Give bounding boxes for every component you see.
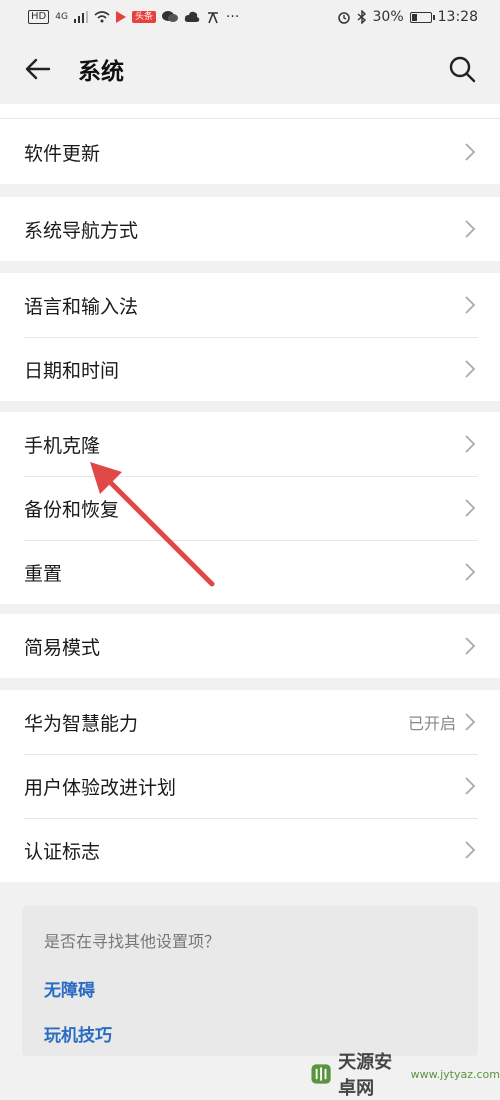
row-label: 备份和恢复 xyxy=(24,498,120,521)
settings-group-simple: 简易模式 xyxy=(0,614,500,678)
bluetooth-icon xyxy=(357,10,366,24)
clock: 13:28 xyxy=(437,9,478,25)
wechat-icon xyxy=(161,11,178,22)
row-simple-mode[interactable]: 简易模式 xyxy=(0,614,500,678)
row-label: 用户体验改进计划 xyxy=(24,776,177,799)
play-icon xyxy=(115,11,126,23)
row-label: 重置 xyxy=(24,562,63,585)
chevron-right-icon xyxy=(465,499,476,517)
settings-group-huawei: 华为智慧能力 已开启 用户体验改进计划 认证标志 xyxy=(0,690,500,882)
more-notifications: ··· xyxy=(225,9,240,25)
row-label: 软件更新 xyxy=(24,142,101,165)
chevron-right-icon xyxy=(465,360,476,378)
chevron-right-icon xyxy=(465,563,476,581)
link-tips[interactable]: 玩机技巧 xyxy=(44,1021,456,1046)
search-icon[interactable] xyxy=(448,55,476,83)
chevron-right-icon xyxy=(465,841,476,859)
row-backup-restore[interactable]: 备份和恢复 xyxy=(0,476,500,540)
cloud-icon xyxy=(184,11,200,22)
row-label: 认证标志 xyxy=(24,840,101,863)
row-software-update[interactable]: 软件更新 xyxy=(0,120,500,184)
settings-group-navigation: 系统导航方式 xyxy=(0,197,500,261)
row-reset[interactable]: 重置 xyxy=(0,540,500,604)
translate-icon xyxy=(207,12,218,24)
suggestions-question: 是否在寻找其他设置项？ xyxy=(44,932,221,951)
row-label: 日期和时间 xyxy=(24,359,120,382)
settings-group-update: 软件更新 xyxy=(0,120,500,184)
row-label: 手机克隆 xyxy=(24,434,101,457)
row-label: 华为智慧能力 xyxy=(24,712,139,735)
chevron-right-icon xyxy=(465,637,476,655)
battery-level xyxy=(411,13,417,21)
row-date-time[interactable]: 日期和时间 xyxy=(0,337,500,401)
watermark-logo-icon xyxy=(311,1064,331,1084)
alarm-icon xyxy=(337,12,350,24)
news-app-badge: 头条 xyxy=(131,11,156,23)
watermark-name: 天源安卓网 xyxy=(338,1052,393,1099)
chevron-right-icon xyxy=(465,777,476,795)
watermark: 天源安卓网 www.jytyaz.com xyxy=(310,1048,500,1100)
status-right: 30% 13:28 xyxy=(337,9,478,25)
wifi-icon xyxy=(94,11,110,23)
row-language-input[interactable]: 语言和输入法 xyxy=(0,273,500,337)
battery-icon xyxy=(409,11,435,23)
back-arrow-icon[interactable] xyxy=(24,55,52,83)
chevron-right-icon xyxy=(465,713,476,731)
row-system-navigation[interactable]: 系统导航方式 xyxy=(0,197,500,261)
row-huawei-ai[interactable]: 华为智慧能力 已开启 xyxy=(0,690,500,754)
status-bar: HD 4G 头条 ··· 30% 13:28 xyxy=(0,0,500,34)
settings-group-language: 语言和输入法 日期和时间 xyxy=(0,273,500,401)
hd-badge: HD xyxy=(28,10,50,24)
row-label: 语言和输入法 xyxy=(24,295,139,318)
suggestions-card: 是否在寻找其他设置项？ 无障碍 玩机技巧 xyxy=(22,906,478,1056)
row-label: 简易模式 xyxy=(24,636,101,659)
chevron-right-icon xyxy=(465,435,476,453)
watermark-url: www.jytyaz.com xyxy=(410,1067,500,1081)
page-title: 系统 xyxy=(78,59,124,85)
row-user-experience[interactable]: 用户体验改进计划 xyxy=(0,754,500,818)
battery-percent: 30% xyxy=(372,9,404,25)
chevron-right-icon xyxy=(465,296,476,314)
chevron-right-icon xyxy=(465,143,476,161)
status-left: HD 4G 头条 ··· xyxy=(28,9,239,25)
link-accessibility[interactable]: 无障碍 xyxy=(44,976,456,1001)
row-phone-clone[interactable]: 手机克隆 xyxy=(0,412,500,476)
row-certification[interactable]: 认证标志 xyxy=(0,818,500,882)
app-bar: 系统 xyxy=(0,34,500,104)
settings-group-backup: 手机克隆 备份和恢复 重置 xyxy=(0,412,500,604)
divider xyxy=(0,118,500,119)
network-type: 4G xyxy=(55,12,68,22)
chevron-right-icon xyxy=(465,220,476,238)
row-label: 系统导航方式 xyxy=(24,219,139,242)
signal-icon xyxy=(73,11,88,23)
row-value: 已开启 xyxy=(407,714,456,733)
